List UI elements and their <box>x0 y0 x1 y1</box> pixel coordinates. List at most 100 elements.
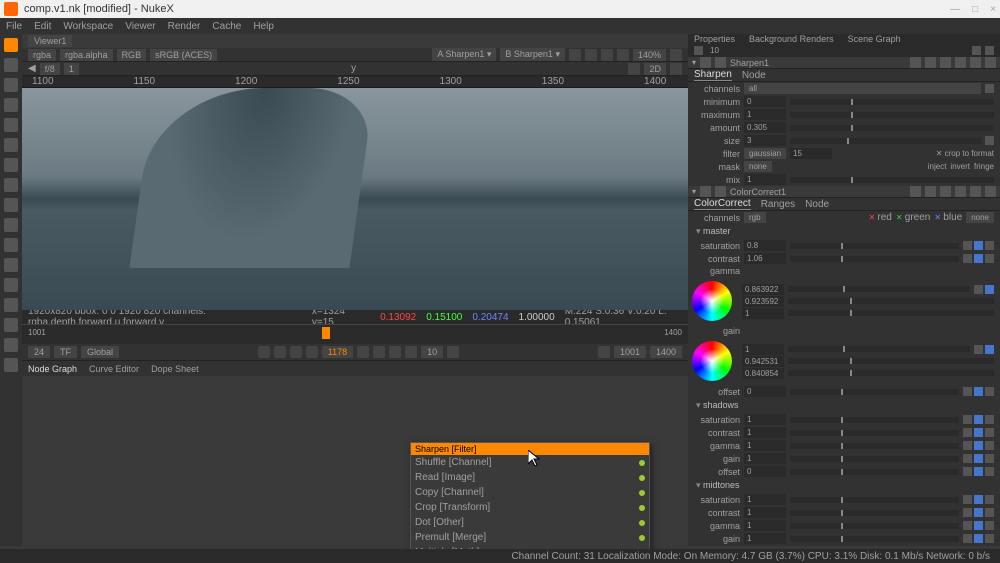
out-frame[interactable]: 1400 <box>650 346 682 358</box>
tool-plugin-icon[interactable] <box>4 358 18 372</box>
anim-icon[interactable] <box>974 241 983 250</box>
crop-checkbox[interactable]: ✕ crop to format <box>936 149 994 158</box>
sliders-icon[interactable] <box>985 387 994 396</box>
help-icon[interactable] <box>970 57 981 68</box>
viewer-tab[interactable]: Viewer1 <box>28 35 72 47</box>
revert-icon[interactable] <box>955 57 966 68</box>
swatch-icon[interactable] <box>974 285 983 294</box>
tool-views-icon[interactable] <box>4 258 18 272</box>
mask-dropdown[interactable]: none <box>744 161 772 172</box>
in-frame[interactable]: 1001 <box>614 346 646 358</box>
menu-cache[interactable]: Cache <box>212 21 241 32</box>
last-frame-icon[interactable] <box>405 346 417 358</box>
anim-icon[interactable] <box>974 387 983 396</box>
next-key-icon[interactable] <box>389 346 401 358</box>
swatch-icon[interactable] <box>963 254 972 263</box>
gamma-b-field[interactable]: 1 <box>742 308 784 319</box>
gain-g-slider[interactable] <box>788 358 994 364</box>
collapse-icon[interactable]: ▾ <box>692 58 696 67</box>
tab-node[interactable]: Node <box>805 199 829 210</box>
node-handle-icon[interactable] <box>700 57 711 68</box>
clip-icon[interactable] <box>628 63 640 75</box>
clear-all-icon[interactable] <box>972 46 981 55</box>
invert-checkbox[interactable]: invert <box>950 162 970 171</box>
lut-dropdown[interactable]: sRGB (ACES) <box>150 49 217 61</box>
size-slider[interactable] <box>790 138 981 144</box>
wh-icon[interactable] <box>985 136 994 145</box>
gamma-field[interactable]: 1 <box>64 63 79 75</box>
mix-field[interactable]: 1 <box>744 174 786 185</box>
help-icon[interactable] <box>970 186 981 197</box>
tab-scenegraph[interactable]: Scene Graph <box>848 34 901 44</box>
input-b-dropdown[interactable]: B Sharpen1 ▾ <box>500 48 565 61</box>
timeline[interactable]: 1001 1400 <box>22 324 688 344</box>
search-item[interactable]: Shuffle [Channel] <box>411 455 649 470</box>
midtones-section[interactable]: midtones <box>688 478 1000 493</box>
menu-workspace[interactable]: Workspace <box>63 21 113 32</box>
gamma-r-slider[interactable] <box>788 286 970 292</box>
step-field[interactable]: 10 <box>421 346 443 358</box>
step-back-icon[interactable] <box>306 346 318 358</box>
filter-num[interactable]: 15 <box>790 148 832 159</box>
tool-furnace-icon[interactable] <box>4 318 18 332</box>
alpha-dropdown[interactable]: rgba.alpha <box>60 49 113 61</box>
arrow-icon[interactable] <box>925 186 936 197</box>
tool-meta-icon[interactable] <box>4 278 18 292</box>
search-selected[interactable]: Sharpen [Filter] <box>411 443 649 455</box>
props-count[interactable]: 10 <box>707 45 749 56</box>
tab-properties[interactable]: Properties <box>694 34 735 44</box>
sh-gain-field[interactable]: 1 <box>744 453 786 464</box>
tool-pointer-icon[interactable] <box>4 38 18 52</box>
master-section[interactable]: master <box>688 224 1000 239</box>
sh-off-field[interactable]: 0 <box>744 466 786 477</box>
gamma-b-slider[interactable] <box>788 310 994 316</box>
search-item[interactable]: Crop [Transform] <box>411 500 649 515</box>
green-checkbox[interactable]: ✕ green <box>896 212 931 223</box>
tab-colorcorrect[interactable]: ColorCorrect <box>694 198 751 210</box>
tab-bgrenders[interactable]: Background Renders <box>749 34 834 44</box>
lock-icon[interactable] <box>598 346 610 358</box>
anim-icon[interactable] <box>985 285 994 294</box>
tool-merge-icon[interactable] <box>4 198 18 212</box>
channel-icon[interactable] <box>985 84 994 93</box>
step-fwd-icon[interactable] <box>357 346 369 358</box>
menu-file[interactable]: File <box>6 21 22 32</box>
prev-key-icon[interactable] <box>274 346 286 358</box>
swatch-icon[interactable] <box>974 345 983 354</box>
node-handle-icon[interactable] <box>700 186 711 197</box>
con-field[interactable]: 1.06 <box>744 253 786 264</box>
tab-nodegraph[interactable]: Node Graph <box>28 364 77 374</box>
mt-sat-field[interactable]: 1 <box>744 494 786 505</box>
tool-transform-icon[interactable] <box>4 218 18 232</box>
menu-edit[interactable]: Edit <box>34 21 51 32</box>
gain-b-field[interactable]: 0.840854 <box>742 368 784 379</box>
swatch-icon[interactable] <box>963 241 972 250</box>
gain-b-slider[interactable] <box>788 370 994 376</box>
play-back-icon[interactable] <box>290 346 302 358</box>
tool-color-icon[interactable] <box>4 138 18 152</box>
minimum-field[interactable]: 0 <box>744 96 786 107</box>
shadows-section[interactable]: shadows <box>688 398 1000 413</box>
menu-viewer[interactable]: Viewer <box>125 21 155 32</box>
close-button[interactable]: × <box>990 4 996 15</box>
tool-draw-icon[interactable] <box>4 78 18 92</box>
gain-r-slider[interactable] <box>788 346 970 352</box>
tab-sharpen[interactable]: Sharpen <box>694 69 732 81</box>
maximum-slider[interactable] <box>790 112 994 118</box>
maximize-button[interactable]: □ <box>972 4 978 15</box>
center-icon[interactable] <box>910 57 921 68</box>
tab-ranges[interactable]: Ranges <box>761 199 795 210</box>
gain-colorwheel[interactable] <box>692 341 732 381</box>
off-slider[interactable] <box>790 389 959 395</box>
red-checkbox[interactable]: ✕ red <box>868 212 891 223</box>
arrow-icon[interactable] <box>925 57 936 68</box>
mt-gain-field[interactable]: 1 <box>744 533 786 544</box>
collapse-icon[interactable]: ▾ <box>692 187 696 196</box>
search-item[interactable]: Copy [Channel] <box>411 485 649 500</box>
prev-frame-icon[interactable]: ◀ <box>28 63 36 74</box>
refresh-icon[interactable] <box>670 49 682 61</box>
menu-help[interactable]: Help <box>253 21 274 32</box>
gain-g-field[interactable]: 0.942531 <box>742 356 784 367</box>
fps-dropdown[interactable]: 24 <box>28 346 50 358</box>
filter-dropdown[interactable]: gaussian <box>744 148 786 159</box>
